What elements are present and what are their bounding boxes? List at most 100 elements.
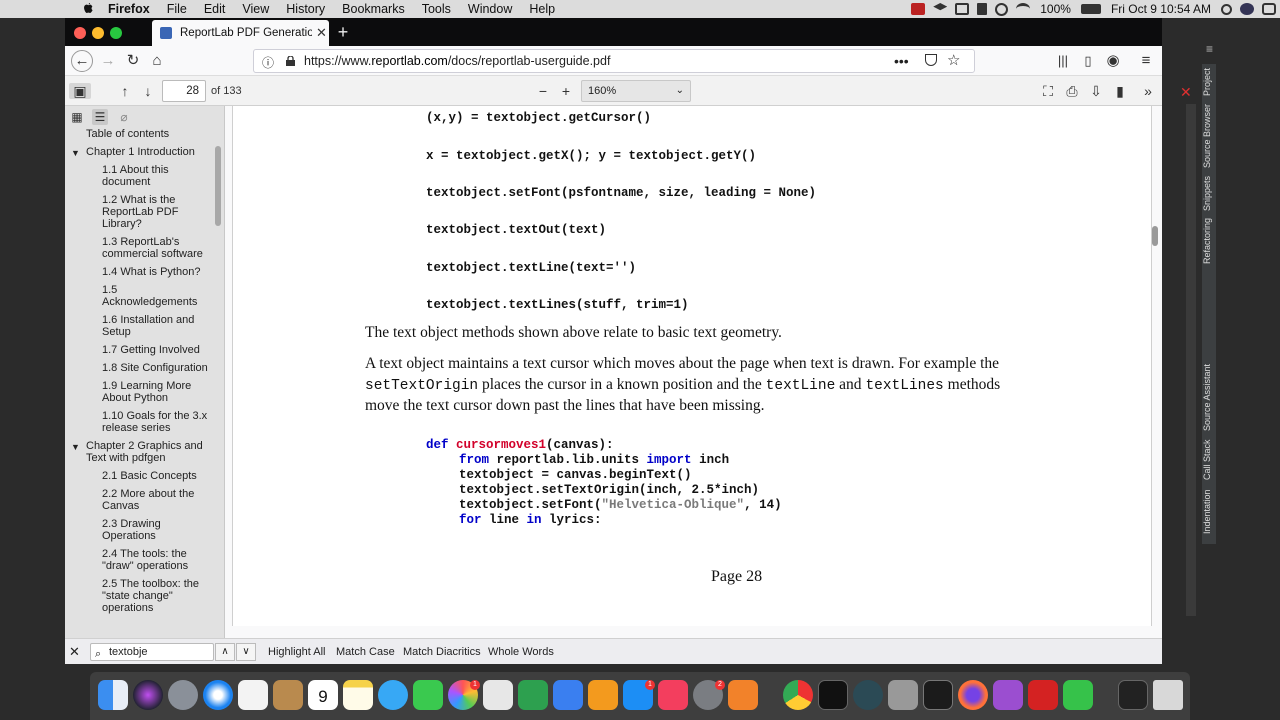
lock-icon[interactable] bbox=[286, 56, 295, 66]
new-tab-button[interactable]: + bbox=[333, 22, 353, 42]
thumbnails-icon[interactable]: ▦ bbox=[69, 109, 85, 125]
outline-icon[interactable]: ☰ bbox=[92, 109, 108, 125]
outline-item[interactable]: ▼ Chapter 2 Graphics and Text with pdfgen bbox=[65, 440, 213, 464]
menu-tools[interactable]: Tools bbox=[422, 2, 451, 16]
menu-help[interactable]: Help bbox=[529, 2, 555, 16]
wifi-icon[interactable] bbox=[1016, 3, 1031, 15]
menu-bookmarks[interactable]: Bookmarks bbox=[342, 2, 405, 16]
zoom-window-button[interactable] bbox=[110, 27, 122, 39]
sidebar-toggle-icon[interactable]: ▯ bbox=[1078, 51, 1098, 71]
green-app-icon[interactable] bbox=[1063, 680, 1093, 710]
menu-window[interactable]: Window bbox=[468, 2, 512, 16]
menu-edit[interactable]: Edit bbox=[204, 2, 226, 16]
minimize-window-button[interactable] bbox=[92, 27, 104, 39]
time-machine-icon[interactable] bbox=[995, 2, 1009, 16]
find-input[interactable]: ⌕ textobje bbox=[90, 643, 214, 661]
outline-item[interactable]: 1.1 About this document bbox=[65, 164, 213, 188]
ide-tab-call-stack[interactable]: Call Stack bbox=[1202, 436, 1216, 484]
print-icon[interactable]: ⎙ bbox=[1064, 83, 1080, 99]
save-icon[interactable]: ⇩ bbox=[1088, 83, 1104, 99]
safari-icon[interactable] bbox=[203, 680, 233, 710]
ide-tab-snippets[interactable]: Snippets bbox=[1202, 172, 1216, 214]
app-grid-icon[interactable] bbox=[238, 680, 268, 710]
menu-file[interactable]: File bbox=[167, 2, 187, 16]
bookmark-icon[interactable]: ▮ bbox=[1112, 83, 1128, 99]
acrobat-icon[interactable] bbox=[1028, 680, 1058, 710]
disclosure-triangle-icon[interactable]: ▼ bbox=[71, 441, 80, 453]
calendar-icon[interactable]: 9 bbox=[308, 680, 338, 710]
close-find-bar-icon[interactable]: ✕ bbox=[69, 644, 80, 660]
home-button[interactable]: ⌂ bbox=[147, 51, 167, 71]
tools-icon[interactable]: » bbox=[1140, 83, 1156, 99]
sidebar-scrollbar[interactable] bbox=[215, 146, 221, 226]
close-window-button[interactable] bbox=[74, 27, 86, 39]
ide-menu-icon[interactable]: ≡ bbox=[1206, 42, 1213, 56]
outline-item[interactable]: 1.2 What is the ReportLab PDF Library? bbox=[65, 194, 213, 230]
outline-item[interactable]: 1.6 Installation and Setup bbox=[65, 314, 213, 338]
ide-tab-source-assistant[interactable]: Source Assistant bbox=[1202, 360, 1216, 434]
battery-icon[interactable] bbox=[1080, 4, 1101, 14]
notes-icon[interactable] bbox=[343, 680, 373, 710]
share-icon[interactable] bbox=[955, 3, 970, 15]
spotlight-icon[interactable] bbox=[1221, 3, 1232, 15]
find-previous-button[interactable]: ∧ bbox=[215, 643, 235, 661]
outline-item[interactable]: 2.2 More about the Canvas bbox=[65, 488, 213, 512]
app-menu-icon[interactable]: ≡ bbox=[1136, 51, 1156, 71]
pocket-icon[interactable] bbox=[925, 54, 937, 66]
menu-history[interactable]: History bbox=[286, 2, 325, 16]
highlight-all-option[interactable]: Highlight All bbox=[268, 646, 325, 658]
toggle-sidebar-icon[interactable]: ▣ bbox=[69, 83, 91, 99]
page-actions-icon[interactable]: ••• bbox=[894, 53, 909, 69]
firefox-icon[interactable] bbox=[958, 680, 988, 710]
outline-item[interactable]: 2.4 The tools: the "draw" operations bbox=[65, 548, 213, 572]
outline-item[interactable]: Table of contents bbox=[65, 128, 213, 140]
grid-menu-icon[interactable] bbox=[977, 3, 988, 15]
site-info-icon[interactable]: ⓘ bbox=[262, 54, 274, 71]
facetime-icon[interactable] bbox=[413, 680, 443, 710]
zoom-in-icon[interactable]: + bbox=[558, 83, 574, 99]
next-page-icon[interactable]: ↓ bbox=[140, 83, 156, 99]
previous-page-icon[interactable]: ↑ bbox=[117, 83, 133, 99]
disclosure-triangle-icon[interactable]: ▼ bbox=[71, 147, 80, 159]
script-editor-icon[interactable] bbox=[888, 680, 918, 710]
find-next-button[interactable]: ∨ bbox=[236, 643, 256, 661]
bookmark-star-icon[interactable]: ☆ bbox=[947, 51, 960, 69]
trash-icon[interactable] bbox=[1153, 680, 1183, 710]
downloads-stack-icon[interactable] bbox=[1118, 680, 1148, 710]
outline-item[interactable]: 2.5 The toolbox: the "state change" oper… bbox=[65, 578, 213, 614]
outline-item[interactable]: 1.10 Goals for the 3.x release series bbox=[65, 410, 213, 434]
ide-scrollbar[interactable] bbox=[1186, 104, 1196, 616]
match-diacritics-option[interactable]: Match Diacritics bbox=[403, 646, 481, 658]
ide-app-icon[interactable] bbox=[853, 680, 883, 710]
chrome-icon[interactable] bbox=[783, 680, 813, 710]
control-center-icon[interactable] bbox=[1262, 3, 1276, 15]
notefile-icon[interactable] bbox=[273, 680, 303, 710]
outline-item[interactable]: ▼ Chapter 1 Introduction bbox=[65, 146, 213, 158]
outline-item[interactable]: 1.9 Learning More About Python bbox=[65, 380, 213, 404]
apple-menu-icon[interactable] bbox=[80, 2, 96, 16]
menu-view[interactable]: View bbox=[242, 2, 269, 16]
whole-words-option[interactable]: Whole Words bbox=[488, 646, 554, 658]
zoom-out-icon[interactable]: − bbox=[535, 83, 551, 99]
outline-item[interactable]: 1.3 ReportLab's commercial software bbox=[65, 236, 213, 260]
back-button[interactable]: ← bbox=[71, 50, 93, 72]
outline-item[interactable]: 2.1 Basic Concepts bbox=[65, 470, 213, 482]
numbers-icon[interactable] bbox=[518, 680, 548, 710]
keynote-icon[interactable] bbox=[553, 680, 583, 710]
preview-icon[interactable] bbox=[483, 680, 513, 710]
forward-button[interactable]: → bbox=[98, 51, 118, 71]
viewer-scrollbar[interactable] bbox=[1152, 226, 1158, 246]
ide-tab-source-browser[interactable]: Source Browser bbox=[1202, 102, 1216, 170]
outline-item[interactable]: 1.7 Getting Involved bbox=[65, 344, 213, 356]
music-icon[interactable] bbox=[658, 680, 688, 710]
outline-item[interactable]: 1.4 What is Python? bbox=[65, 266, 213, 278]
url-bar[interactable]: ⓘ https://www.reportlab.com/docs/reportl… bbox=[253, 49, 975, 73]
close-tab-icon[interactable]: ✕ bbox=[316, 25, 327, 41]
terminal-icon[interactable] bbox=[818, 680, 848, 710]
outline-item[interactable]: 1.8 Site Configuration bbox=[65, 362, 213, 374]
sublime-text-icon[interactable] bbox=[728, 680, 758, 710]
siri-icon[interactable] bbox=[133, 680, 163, 710]
reload-button[interactable]: ↻ bbox=[123, 51, 143, 71]
books-icon[interactable] bbox=[588, 680, 618, 710]
podcasts-icon[interactable] bbox=[993, 680, 1023, 710]
